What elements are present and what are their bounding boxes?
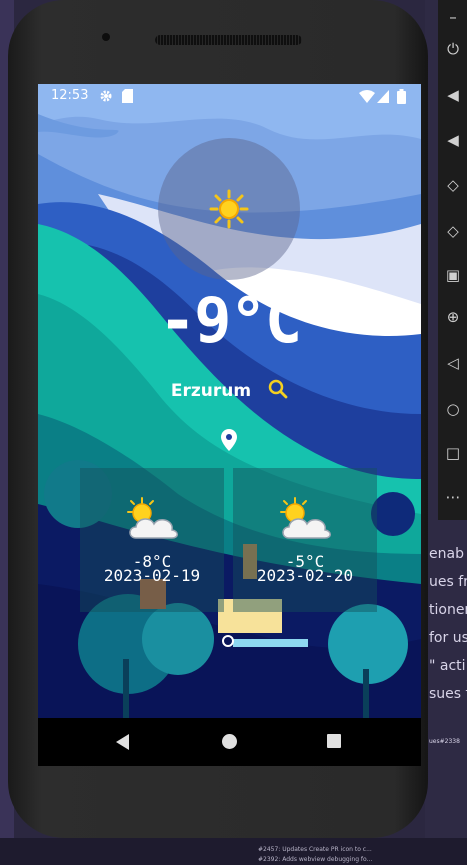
sd-card-icon — [122, 89, 133, 103]
partly-cloudy-icon — [280, 497, 331, 539]
rotate-right-icon[interactable]: ◇ — [444, 222, 462, 240]
ide-text-line: enab — [429, 546, 464, 562]
forecast-card[interactable]: -8°C 2023-02-19 — [80, 468, 224, 612]
navigation-bar — [38, 718, 421, 766]
forecast-card[interactable]: -5°C 2023-02-20 — [233, 468, 377, 612]
status-bar: 12:53 — [38, 84, 421, 108]
minimize-icon[interactable]: – — [444, 8, 462, 26]
battery-icon — [397, 89, 406, 104]
wifi-icon — [359, 90, 375, 103]
zoom-icon[interactable]: ⊕ — [444, 308, 462, 326]
front-camera — [102, 33, 110, 41]
power-icon[interactable]: ⏻ — [444, 40, 462, 58]
search-icon[interactable] — [268, 379, 288, 399]
back-icon[interactable] — [116, 734, 129, 750]
volume-down-icon[interactable]: ◀ — [444, 131, 462, 149]
screenshot-icon[interactable]: ▣ — [444, 266, 462, 284]
phone-frame: 12:53 -9°C Erzurum -8°C 2023-02-19 -5°C … — [8, 0, 428, 838]
recents-icon[interactable] — [327, 734, 341, 748]
forecast-date: 2023-02-19 — [103, 566, 201, 585]
phone-screen: 12:53 -9°C Erzurum -8°C 2023-02-19 -5°C … — [38, 84, 421, 766]
home-icon[interactable] — [222, 734, 237, 749]
overview-toolbar-icon[interactable]: □ — [444, 444, 462, 462]
ide-issue-tag: ues#2338 — [429, 738, 460, 745]
settings-icon — [100, 90, 112, 102]
ide-text-line: ues fro — [429, 574, 467, 590]
ide-text-line: " acti — [429, 658, 466, 674]
volume-up-icon[interactable]: ◀ — [444, 86, 462, 104]
cell-signal-icon — [377, 90, 389, 103]
earpiece-speaker — [155, 35, 302, 45]
more-icon[interactable]: ⋯ — [444, 488, 462, 506]
city-name: Erzurum — [170, 381, 252, 401]
ide-text-line: for us — [429, 630, 467, 646]
emulator-toolbar: – ⏻ ◀ ◀ ◇ ◇ ▣ ⊕ ◁ ○ □ ⋯ — [438, 0, 467, 520]
sun-icon — [209, 189, 249, 229]
status-time: 12:53 — [51, 88, 89, 103]
forecast-date: 2023-02-20 — [256, 566, 354, 585]
current-temperature: -9°C — [158, 284, 302, 357]
current-weather-icon-backdrop — [158, 138, 300, 280]
back-toolbar-icon[interactable]: ◁ — [444, 354, 462, 372]
partly-cloudy-icon — [127, 497, 178, 539]
rotate-left-icon[interactable]: ◇ — [444, 176, 462, 194]
ide-text-line: sues f — [429, 686, 467, 702]
taskbar-line[interactable]: #2392: Adds webview debugging fo... — [258, 856, 372, 863]
home-toolbar-icon[interactable]: ○ — [444, 400, 462, 418]
ide-text-line: tioner — [429, 602, 467, 618]
taskbar-line[interactable]: #2457: Updates Create PR icon to c... — [258, 846, 372, 853]
city-row: Erzurum — [38, 379, 421, 401]
taskbar: #2457: Updates Create PR icon to c... #2… — [0, 838, 467, 865]
location-pin-icon[interactable] — [221, 429, 237, 451]
